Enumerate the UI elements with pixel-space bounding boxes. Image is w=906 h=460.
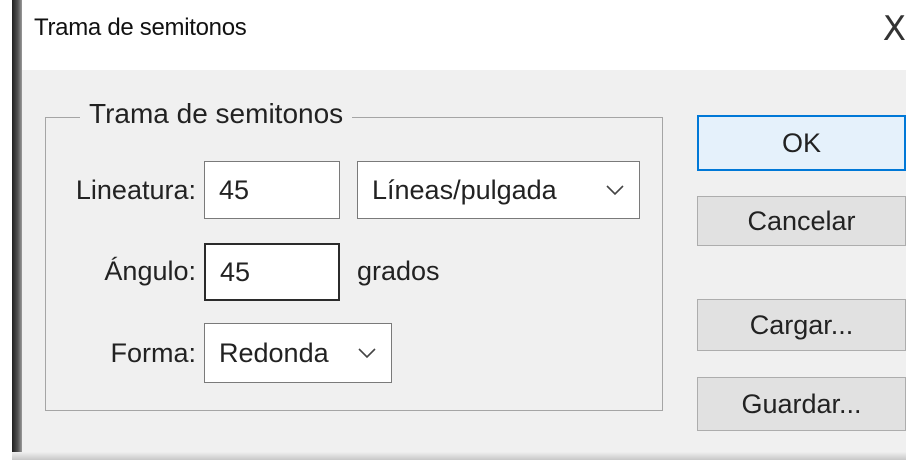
- title-bar[interactable]: Trama de semitonos X: [22, 0, 906, 70]
- window-edge: [12, 0, 22, 460]
- chevron-down-icon: [606, 185, 624, 196]
- angulo-label: Ángulo:: [104, 256, 196, 286]
- group-label: Trama de semitonos: [80, 98, 353, 130]
- forma-label: Forma:: [110, 338, 196, 368]
- lineatura-label: Lineatura:: [75, 175, 196, 205]
- window-bottom-edge: [12, 452, 906, 460]
- save-button[interactable]: Guardar...: [697, 377, 906, 431]
- lineatura-unit-value: Líneas/pulgada: [372, 174, 557, 205]
- lineatura-input[interactable]: 45: [204, 161, 340, 219]
- lineatura-value: 45: [219, 174, 250, 205]
- close-icon[interactable]: X: [883, 12, 906, 46]
- ok-button[interactable]: OK: [697, 115, 906, 171]
- angulo-value: 45: [220, 256, 251, 287]
- angulo-input[interactable]: 45: [204, 243, 340, 301]
- dialog-title: Trama de semitonos: [34, 14, 247, 41]
- lineatura-unit-select[interactable]: Líneas/pulgada: [357, 161, 640, 219]
- forma-value: Redonda: [219, 337, 329, 368]
- load-button[interactable]: Cargar...: [697, 299, 906, 351]
- chevron-down-icon: [358, 348, 376, 359]
- forma-select[interactable]: Redonda: [204, 323, 392, 383]
- cancel-button[interactable]: Cancelar: [697, 196, 906, 246]
- angulo-unit-label: grados: [357, 256, 440, 286]
